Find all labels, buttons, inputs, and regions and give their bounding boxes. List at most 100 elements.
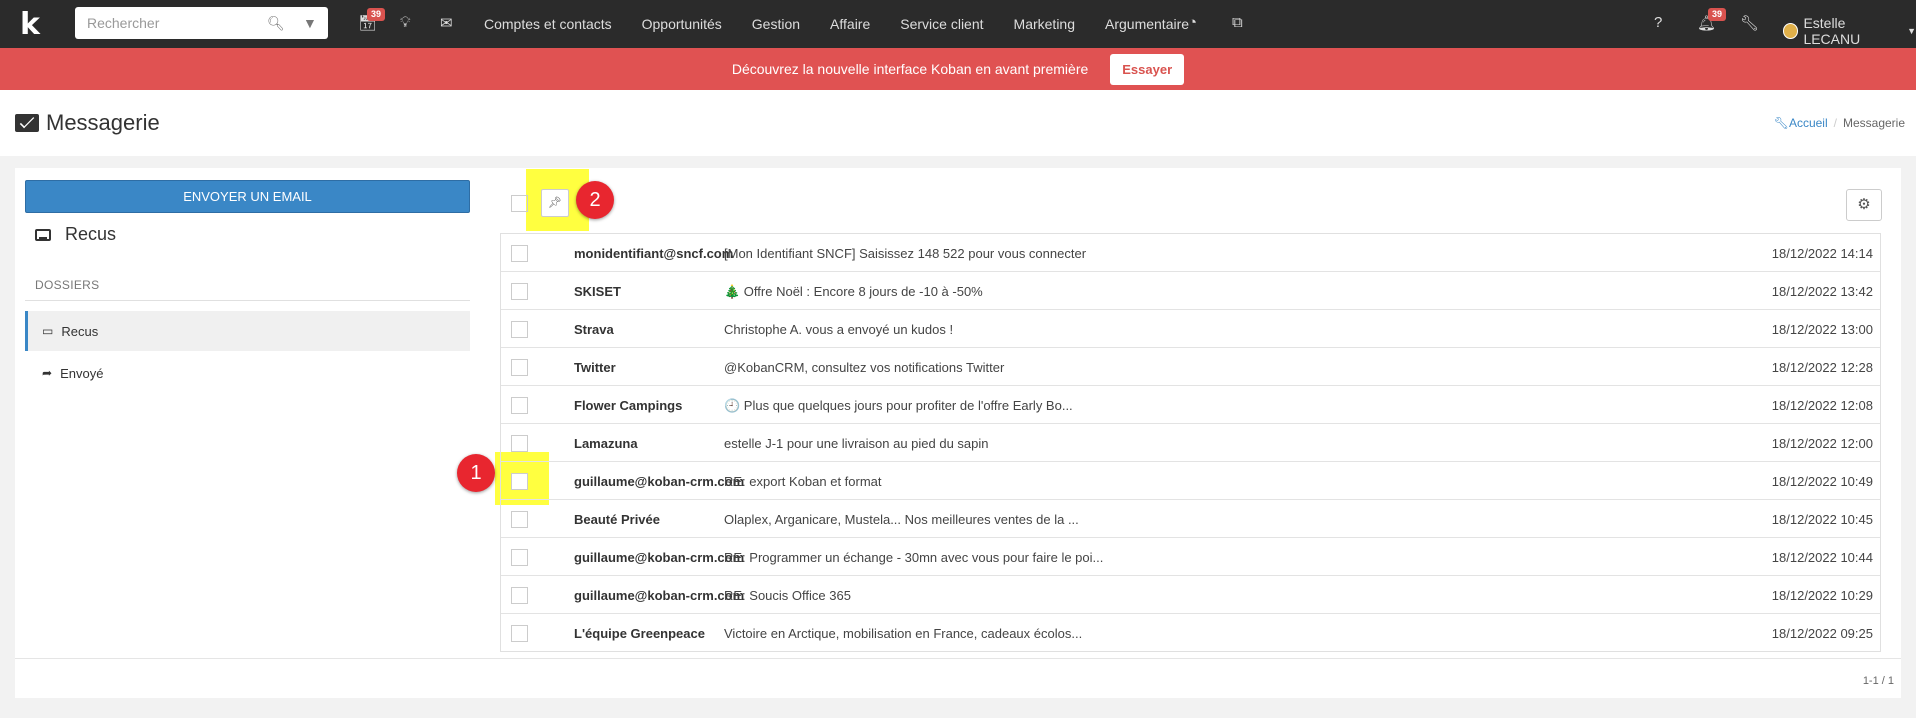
row-checkbox[interactable] (511, 283, 528, 300)
pin-icon: 📌︎ (548, 197, 562, 209)
table-row[interactable]: Strava Christophe A. vous a envoyé un kud… (501, 310, 1880, 348)
email-subject[interactable]: RE: export Koban et format (724, 474, 882, 489)
promo-banner: Découvrez la nouvelle interface Koban en… (0, 48, 1916, 90)
row-checkbox[interactable] (511, 321, 528, 338)
mail-panel: ENVOYER UN EMAIL Recus DOSSIERS ▭ Recus … (15, 168, 1901, 698)
user-menu[interactable]: Estelle LECANU ▼ (1783, 15, 1916, 47)
menu-affaire[interactable]: Affaire (830, 16, 870, 32)
email-sender[interactable]: Strava (574, 322, 614, 337)
email-date: 18/12/2022 13:00 (1771, 322, 1873, 337)
email-sender[interactable]: Lamazuna (574, 436, 638, 451)
menu-argumentaire[interactable]: Argumentaire (1105, 16, 1189, 32)
row-checkbox[interactable] (511, 245, 528, 262)
current-folder-label: Recus (65, 224, 117, 244)
row-checkbox[interactable] (511, 587, 528, 604)
try-button[interactable]: Essayer (1110, 53, 1185, 85)
email-sender[interactable]: Flower Campings (574, 398, 682, 413)
table-row[interactable]: Lamazuna estelle J-1 pour une livraison a… (501, 424, 1880, 462)
table-row[interactable]: Flower Campings 🕘 Plus que quelques jours… (501, 386, 1880, 424)
table-row[interactable]: SKISET 🎄 Offre Noël : Encore 8 jours de -… (501, 272, 1880, 310)
email-date: 18/12/2022 10:29 (1771, 588, 1873, 603)
gear-icon: ⚙ (1857, 196, 1871, 213)
filter-icon[interactable]: ▼ (303, 15, 317, 31)
row-checkbox[interactable] (511, 359, 528, 376)
email-list: monidentifiant@sncf.com [Mon Identifiant … (500, 233, 1881, 652)
notifications-badge: 39 (1708, 8, 1727, 21)
menu-marketing[interactable]: Marketing (1014, 16, 1075, 32)
annotation-marker-2: 2 (576, 181, 614, 219)
share-icon: ➦ (42, 366, 53, 380)
windows-icon[interactable]: ⧉ (1232, 14, 1243, 31)
email-sender[interactable]: monidentifiant@sncf.com (574, 246, 733, 261)
email-subject[interactable]: 🎄 Offre Noël : Encore 8 jours de -10 à -… (724, 284, 983, 300)
row-checkbox[interactable] (511, 511, 528, 528)
row-checkbox[interactable] (511, 397, 528, 414)
table-row[interactable]: Beauté Privée Olaplex, Arganicare, Mustel… (501, 500, 1880, 538)
table-row[interactable]: L'équipe Greenpeace Victoire en Arctique,… (501, 614, 1880, 651)
top-navbar: k 🔍︎ ▼ 📅︎ 39 💡︎ ✉ Comptes et contacts Op… (0, 0, 1916, 48)
lightbulb-icon[interactable]: 💡︎ (400, 14, 411, 31)
banner-text: Découvrez la nouvelle interface Koban en… (731, 61, 1089, 77)
folder-recus[interactable]: ▭ Recus (25, 311, 470, 351)
email-sender[interactable]: SKISET (574, 284, 621, 299)
search-input[interactable] (75, 15, 255, 31)
page-header: Messagerie 🔧︎Accueil / Messagerie (0, 90, 1916, 156)
user-name: Estelle LECANU (1803, 15, 1861, 47)
menu-opportunites[interactable]: Opportunités (642, 16, 722, 32)
inbox-icon: ▭ (42, 324, 54, 338)
table-row[interactable]: guillaume@koban-crm.com RE: export Koban … (501, 462, 1880, 500)
email-subject[interactable]: RE: Soucis Office 365 (724, 588, 851, 603)
search-icon[interactable]: 🔍︎ (267, 15, 285, 32)
row-checkbox[interactable] (511, 473, 528, 490)
email-sender[interactable]: guillaume@koban-crm.com (574, 474, 744, 489)
pin-button[interactable]: 📌︎ (541, 189, 569, 217)
wrench-icon[interactable]: 🔧︎ (1740, 14, 1759, 32)
email-date: 18/12/2022 12:28 (1771, 360, 1873, 375)
row-checkbox[interactable] (511, 435, 528, 452)
inbox-icon (35, 228, 51, 241)
email-subject[interactable]: 🕘 Plus que quelques jours pour profiter … (724, 398, 1073, 414)
email-sender[interactable]: Beauté Privée (574, 512, 660, 527)
search-box: 🔍︎ ▼ (75, 7, 328, 39)
email-sender[interactable]: guillaume@koban-crm.com (574, 550, 744, 565)
page-title-text: Messagerie (46, 110, 160, 135)
panel-footer: 1-1 / 1 (15, 658, 1901, 698)
breadcrumb-separator: / (1833, 116, 1837, 130)
folder-label: Envoyé (60, 365, 104, 381)
table-row[interactable]: guillaume@koban-crm.com RE: Programmer un… (501, 538, 1880, 576)
page-title: Messagerie (15, 110, 160, 136)
email-subject[interactable]: Olaplex, Arganicare, Mustela... Nos meil… (724, 512, 1079, 527)
email-sender[interactable]: L'équipe Greenpeace (574, 626, 705, 641)
settings-button[interactable]: ⚙ (1846, 189, 1882, 221)
email-date: 18/12/2022 09:25 (1771, 626, 1873, 641)
wrench-icon: 🔧︎ (1773, 116, 1789, 130)
menu-service-client[interactable]: Service client (900, 16, 983, 32)
folder-envoye[interactable]: ➦ Envoyé (25, 353, 470, 393)
row-checkbox[interactable] (511, 549, 528, 566)
email-date: 18/12/2022 12:00 (1771, 436, 1873, 451)
send-email-button[interactable]: ENVOYER UN EMAIL (25, 180, 470, 213)
email-sender[interactable]: guillaume@koban-crm.com (574, 588, 744, 603)
koban-logo[interactable]: k (0, 0, 60, 48)
menu-comptes-contacts[interactable]: Comptes et contacts (484, 16, 612, 32)
table-row[interactable]: Twitter @KobanCRM, consultez vos notifica… (501, 348, 1880, 386)
dashboard-icon[interactable]: ◔ (1188, 14, 1197, 31)
email-subject[interactable]: Victoire en Arctique, mobilisation en Fr… (724, 626, 1082, 641)
email-subject[interactable]: estelle J-1 pour une livraison au pied d… (724, 436, 989, 451)
email-sender[interactable]: Twitter (574, 360, 616, 375)
email-subject[interactable]: Christophe A. vous a envoyé un kudos ! (724, 322, 953, 337)
table-row[interactable]: guillaume@koban-crm.com RE: Soucis Office… (501, 576, 1880, 614)
email-subject[interactable]: RE: Programmer un échange - 30mn avec vo… (724, 550, 1103, 565)
annotation-marker-1: 1 (457, 454, 495, 492)
main-menu: Comptes et contacts Opportunités Gestion… (484, 0, 1219, 48)
email-subject[interactable]: @KobanCRM, consultez vos notifications T… (724, 360, 1004, 375)
email-subject[interactable]: [Mon Identifiant SNCF] Saisissez 148 522… (724, 246, 1086, 261)
row-checkbox[interactable] (511, 625, 528, 642)
table-row[interactable]: monidentifiant@sncf.com [Mon Identifiant … (501, 234, 1880, 272)
envelope-icon[interactable]: ✉ (440, 14, 453, 32)
menu-gestion[interactable]: Gestion (752, 16, 800, 32)
select-all-checkbox[interactable] (511, 195, 528, 212)
help-icon[interactable]: ? (1654, 14, 1662, 31)
breadcrumb-home[interactable]: 🔧︎Accueil (1774, 116, 1828, 130)
email-date: 18/12/2022 10:44 (1771, 550, 1873, 565)
